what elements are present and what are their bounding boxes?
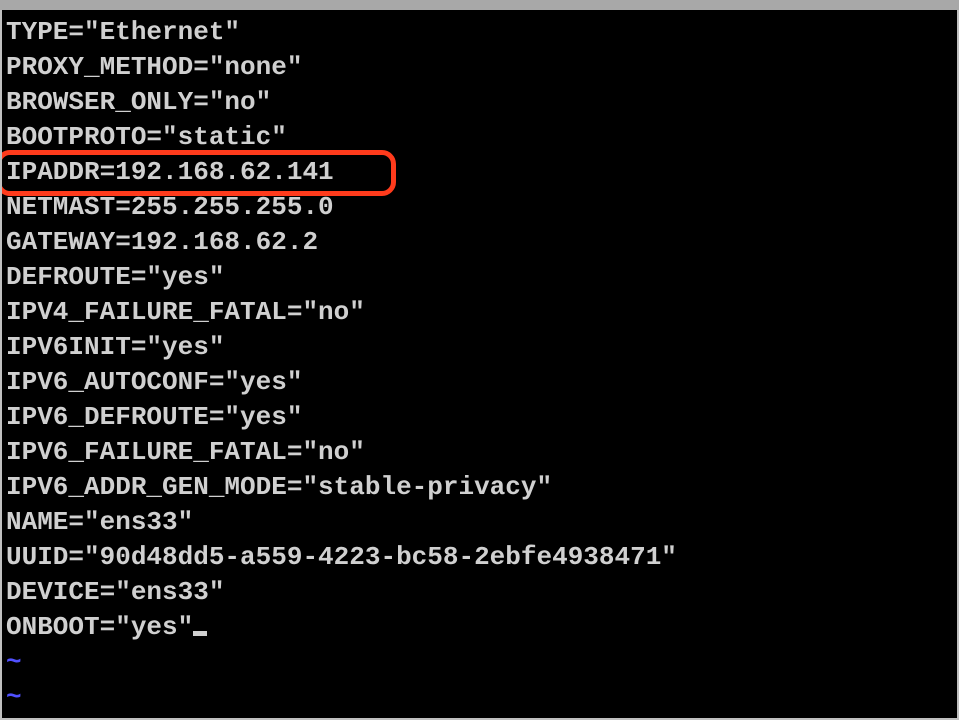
window-top-border — [0, 0, 959, 10]
config-line-onboot: ONBOOT="yes" — [6, 610, 953, 645]
config-line-gateway: GATEWAY=192.168.62.2 — [6, 225, 953, 260]
config-line-bootproto: BOOTPROTO="static" — [6, 120, 953, 155]
config-line-ipv6-addr-gen-mode: IPV6_ADDR_GEN_MODE="stable-privacy" — [6, 470, 953, 505]
config-line-ipv6-failure-fatal: IPV6_FAILURE_FATAL="no" — [6, 435, 953, 470]
config-line-device: DEVICE="ens33" — [6, 575, 953, 610]
config-line-ipv6-defroute: IPV6_DEFROUTE="yes" — [6, 400, 953, 435]
config-line-ipv4-failure-fatal: IPV4_FAILURE_FATAL="no" — [6, 295, 953, 330]
config-line-ipaddr: IPADDR=192.168.62.141 — [6, 155, 953, 190]
config-line-name: NAME="ens33" — [6, 505, 953, 540]
config-line-browser-only: BROWSER_ONLY="no" — [6, 85, 953, 120]
terminal-editor[interactable]: TYPE="Ethernet" PROXY_METHOD="none" BROW… — [2, 10, 957, 718]
empty-line-tilde: ~ — [6, 715, 953, 718]
config-line-uuid: UUID="90d48dd5-a559-4223-bc58-2ebfe49384… — [6, 540, 953, 575]
onboot-text: ONBOOT="yes" — [6, 612, 193, 642]
config-line-type: TYPE="Ethernet" — [6, 15, 953, 50]
config-line-ipv6-autoconf: IPV6_AUTOCONF="yes" — [6, 365, 953, 400]
config-line-proxy-method: PROXY_METHOD="none" — [6, 50, 953, 85]
config-line-defroute: DEFROUTE="yes" — [6, 260, 953, 295]
config-line-ipv6init: IPV6INIT="yes" — [6, 330, 953, 365]
config-line-netmast: NETMAST=255.255.255.0 — [6, 190, 953, 225]
empty-line-tilde: ~ — [6, 645, 953, 680]
empty-line-tilde: ~ — [6, 680, 953, 715]
terminal-cursor — [193, 631, 207, 636]
